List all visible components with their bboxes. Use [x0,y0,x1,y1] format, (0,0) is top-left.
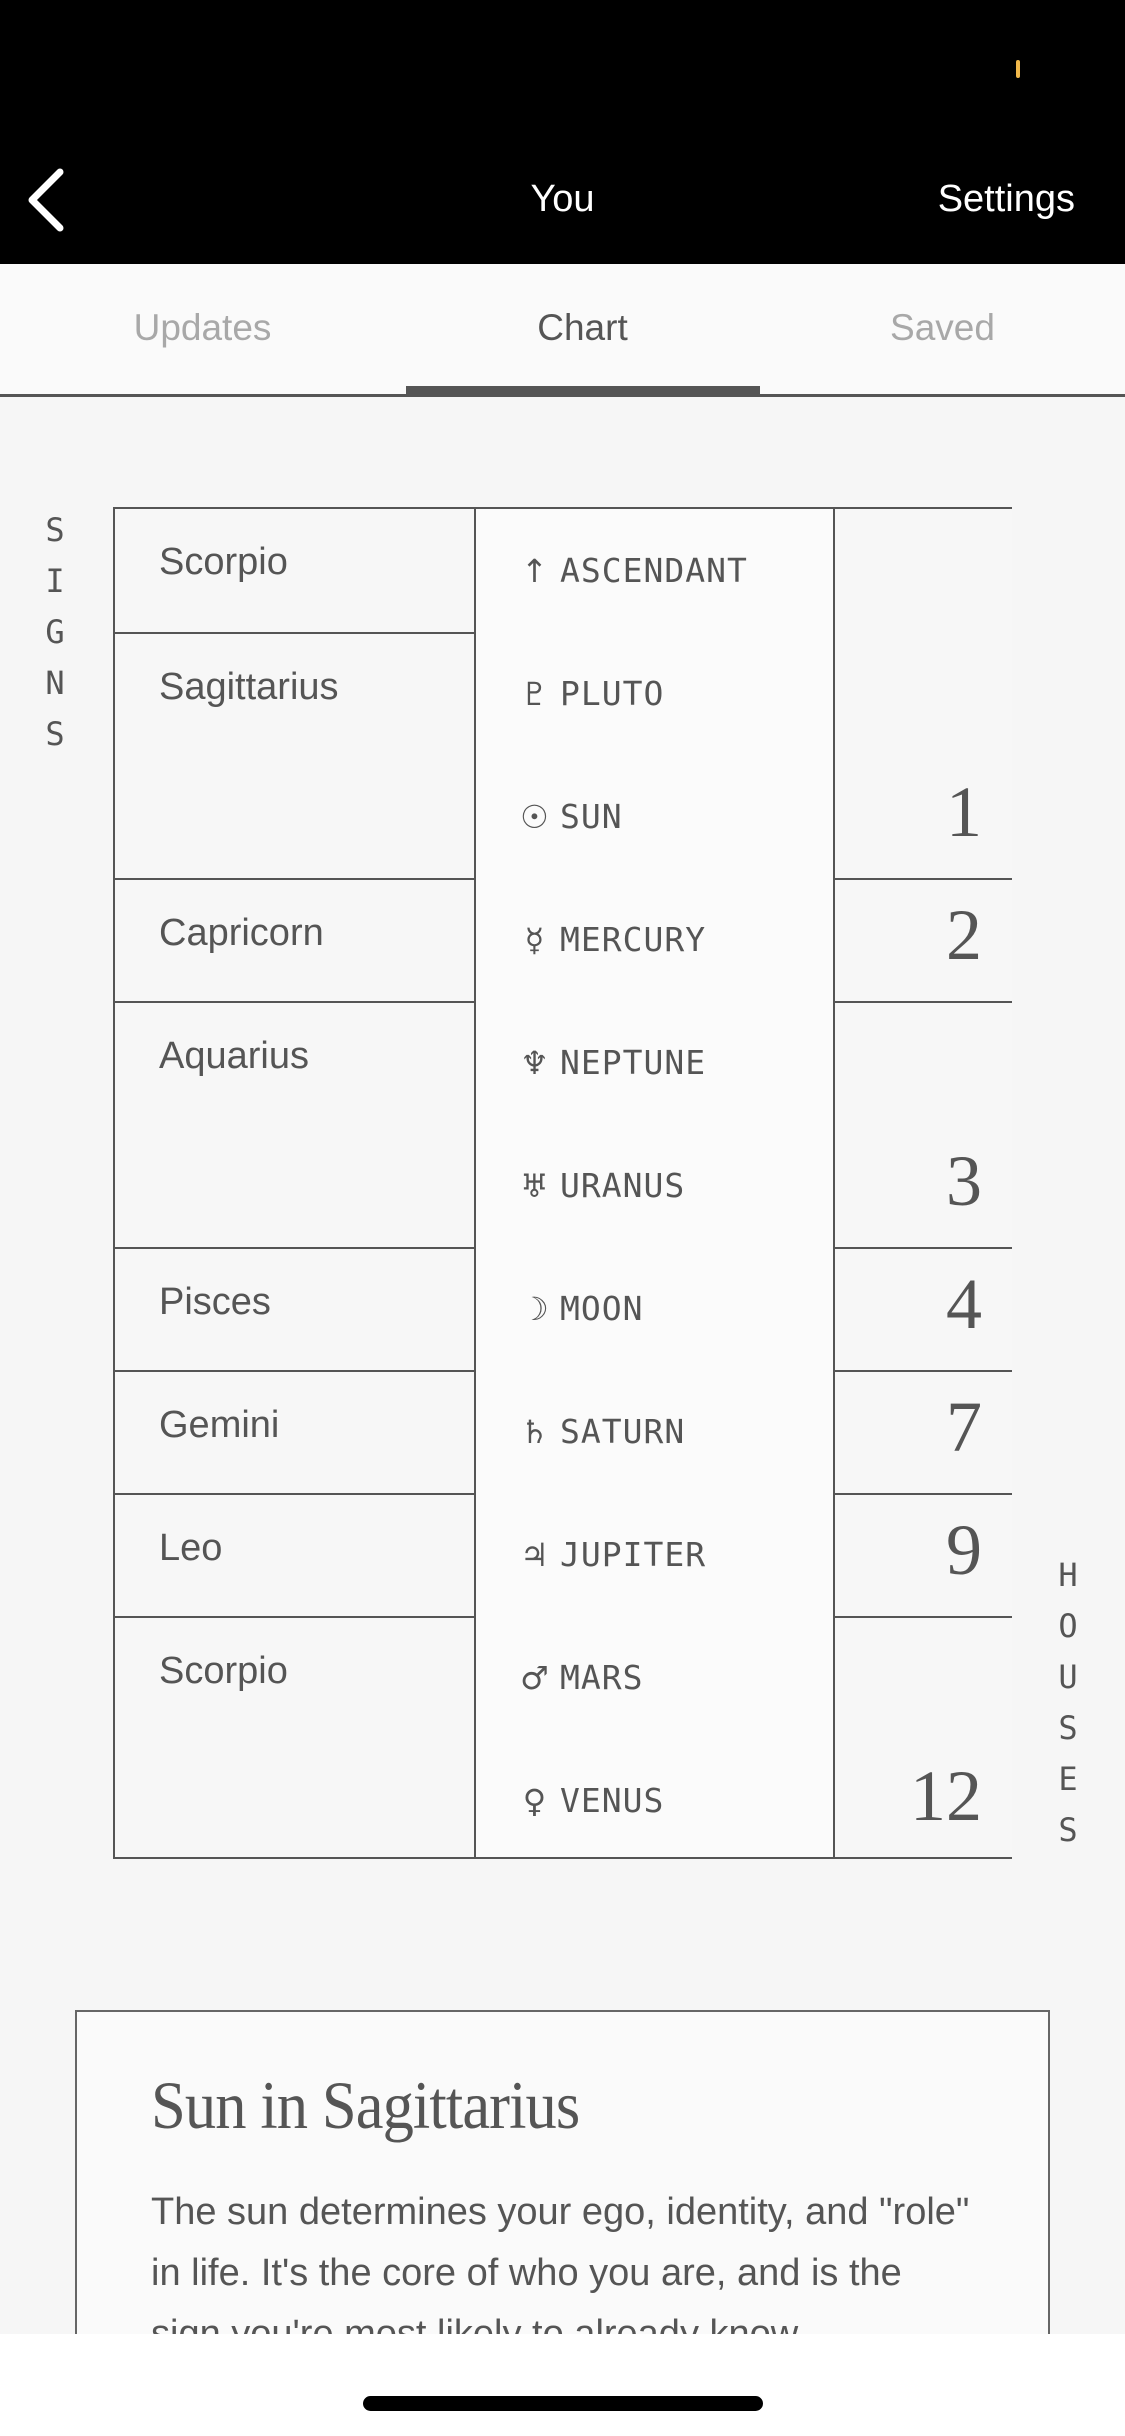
planet-name: VENUS [560,1781,665,1820]
sign-name: Scorpio [159,541,288,583]
planet-row[interactable]: ☽ MOON [518,1247,643,1370]
settings-button[interactable]: Settings [938,178,1075,221]
active-tab-indicator [406,386,760,395]
houses-letter: U [1058,1658,1078,1696]
card-title: Sun in Sagittarius [151,2067,580,2143]
moon-icon: ☽ [520,1289,550,1328]
signs-letter: G [45,613,65,651]
house-cell[interactable]: 4 [835,1247,1012,1370]
sign-cell[interactable]: Gemini [115,1370,474,1493]
house-cell[interactable]: 9 [835,1493,1012,1616]
house-number: 3 [946,1141,982,1221]
sign-name: Leo [159,1527,223,1569]
houses-column: 1 2 3 4 7 9 12 [835,509,1012,1857]
jupiter-icon: ♃ [520,1535,550,1574]
planet-name: SATURN [560,1412,686,1451]
planet-row[interactable]: ♇ PLUTO [518,632,664,755]
sign-name: Gemini [159,1404,280,1446]
signs-letter: S [45,715,65,753]
house-number: 2 [946,895,982,975]
planet-row[interactable]: ↑ ASCENDANT [518,509,748,632]
sign-cell[interactable]: Aquarius [115,1001,474,1247]
sign-cell[interactable]: Pisces [115,1247,474,1370]
planet-row[interactable]: ♄ SATURN [518,1370,685,1493]
signs-axis-label: SIGNS [35,505,75,760]
planet-row[interactable]: ☿ MERCURY [518,878,706,1001]
house-number: 7 [946,1387,982,1467]
birth-chart-table: Scorpio Sagittarius Capricorn Aquarius Pisce… [113,507,1012,1859]
planet-name: ASCENDANT [560,551,748,590]
home-indicator [363,2396,763,2411]
signs-letter: N [45,664,65,702]
houses-letter: E [1058,1760,1078,1798]
mercury-icon: ☿ [524,920,546,959]
signs-letter: I [45,562,65,600]
pluto-icon: ♇ [520,674,550,713]
uranus-icon: ♅ [520,1166,550,1205]
house-cell[interactable]: 7 [835,1370,1012,1493]
planet-name: MARS [560,1658,644,1697]
sign-cell[interactable]: Scorpio [115,1616,474,1862]
planets-column: ↑ ASCENDANT ♇ PLUTO ☉ SUN ☿ MERCURY ♆ NEPTUNE ♅ URA… [474,509,835,1857]
house-cell[interactable]: 3 [835,1001,1012,1247]
houses-letter: S [1058,1709,1078,1747]
sign-name: Pisces [159,1281,271,1323]
house-cell[interactable]: 1 [835,509,1012,878]
tab-bar: Updates Chart Saved [0,264,1125,397]
planet-row[interactable]: ♃ JUPITER [518,1493,706,1616]
planet-name: NEPTUNE [560,1043,707,1082]
houses-axis-label: HOUSES [1048,1550,1088,1856]
house-cell[interactable]: 12 [835,1616,1012,1862]
sign-name: Aquarius [159,1035,309,1077]
house-number: 1 [946,772,982,852]
venus-icon: ♀ [522,1781,548,1820]
neptune-icon: ♆ [520,1043,550,1082]
sign-cell[interactable]: Leo [115,1493,474,1616]
sign-name: Scorpio [159,1650,288,1692]
house-number: 9 [946,1510,982,1590]
status-indicator [1016,60,1020,78]
planet-name: MERCURY [560,920,707,959]
sign-cell[interactable]: Sagittarius [115,632,474,878]
planet-name: URANUS [560,1166,686,1205]
house-number: 12 [910,1756,982,1836]
tab-saved[interactable]: Saved [755,264,1125,394]
tab-chart[interactable]: Chart [395,264,770,394]
sign-name: Sagittarius [159,666,339,708]
planet-name: JUPITER [560,1535,707,1574]
house-cell[interactable]: 2 [835,878,1012,1001]
ascendant-arrow-icon: ↑ [521,551,549,590]
house-number: 4 [946,1264,982,1344]
planet-name: SUN [560,797,623,836]
houses-letter: S [1058,1811,1078,1849]
signs-letter: S [45,511,65,549]
planet-row[interactable]: ♆ NEPTUNE [518,1001,706,1124]
houses-letter: O [1058,1607,1078,1645]
sign-cell[interactable]: Scorpio [115,509,474,632]
sign-name: Capricorn [159,912,324,954]
bottom-safe-area [0,2334,1125,2436]
houses-letter: H [1058,1556,1078,1594]
sun-icon: ☉ [520,797,550,836]
planet-row[interactable]: ☉ SUN [518,755,623,878]
mars-icon: ♂ [520,1658,550,1697]
top-bar: You Settings [0,0,1125,264]
sign-cell[interactable]: Capricorn [115,878,474,1001]
signs-column: Scorpio Sagittarius Capricorn Aquarius Pisce… [115,509,474,1857]
saturn-icon: ♄ [520,1412,550,1451]
tab-updates[interactable]: Updates [15,264,390,394]
planet-row[interactable]: ♅ URANUS [518,1124,685,1247]
planet-row[interactable]: ♂ MARS [518,1616,643,1739]
planet-name: PLUTO [560,674,665,713]
planet-row[interactable]: ♀ VENUS [518,1739,664,1862]
planet-name: MOON [560,1289,644,1328]
